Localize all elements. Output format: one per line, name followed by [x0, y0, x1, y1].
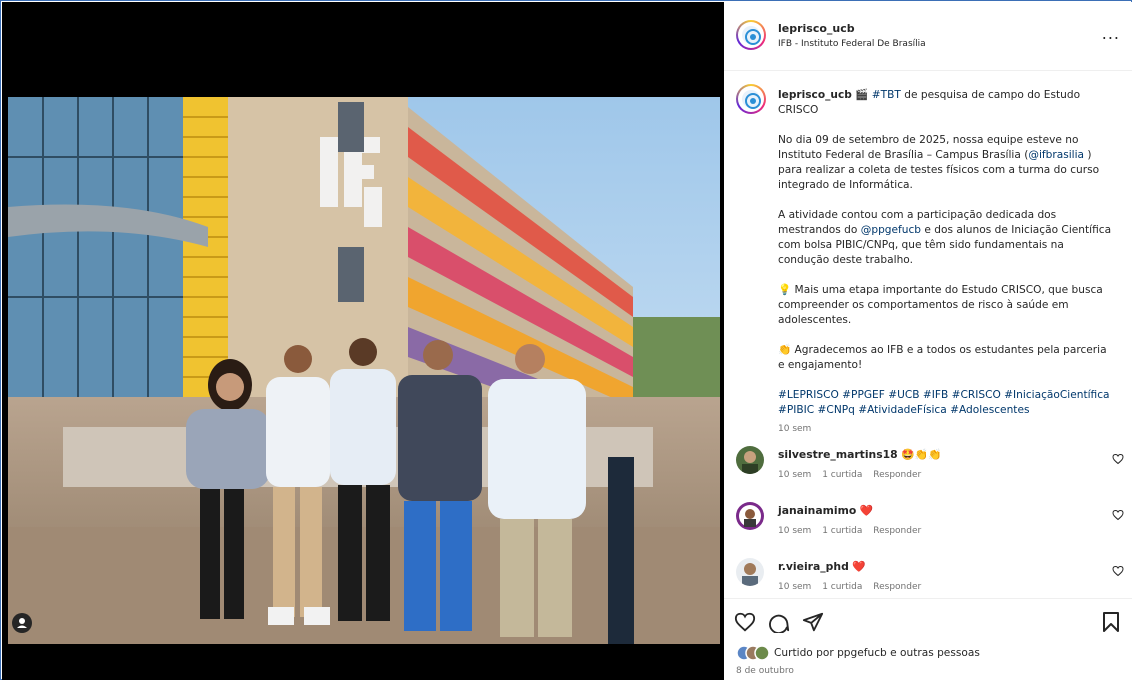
caption-username[interactable]: leprisco_ucb	[778, 89, 852, 101]
liked-by-text[interactable]: Curtido por ppgefucb e outras pessoas	[774, 647, 980, 659]
bookmark-icon[interactable]	[1102, 611, 1120, 637]
header-location[interactable]: IFB - Instituto Federal De Brasília	[778, 39, 926, 49]
comment-like-heart-icon[interactable]	[1112, 450, 1124, 469]
comment-text: ❤️	[852, 560, 866, 573]
comment-text: 🤩👏👏	[901, 448, 942, 461]
comment-likes[interactable]: 1 curtida	[822, 526, 862, 536]
comment-avatar[interactable]	[736, 558, 764, 586]
more-icon[interactable]: ...	[1102, 24, 1120, 43]
post-window: leprisco_ucb IFB - Instituto Federal De …	[0, 0, 1132, 680]
comment-icon[interactable]	[768, 611, 790, 637]
hashtag-tbt[interactable]: #TBT	[872, 89, 901, 101]
post-header: leprisco_ucb IFB - Instituto Federal De …	[724, 2, 1132, 71]
comment-item: janainamimo ❤️ 10 sem 1 curtida Responde…	[724, 498, 1132, 548]
comment-time[interactable]: 10 sem	[778, 470, 811, 480]
caption-p3: 💡 Mais uma etapa importante do Estudo CR…	[778, 284, 1103, 326]
comment-username[interactable]: silvestre_martins18	[778, 448, 898, 461]
comment-likes[interactable]: 1 curtida	[822, 470, 862, 480]
comment-avatar[interactable]	[736, 502, 764, 530]
mention-ifbrasilia[interactable]: @ifbrasilia	[1028, 149, 1084, 161]
comment-username[interactable]: r.vieira_phd	[778, 560, 849, 573]
post-side-panel: leprisco_ucb IFB - Instituto Federal De …	[724, 2, 1132, 680]
post-photo[interactable]	[8, 97, 720, 644]
comment-reply[interactable]: Responder	[873, 526, 921, 536]
comment-username[interactable]: janainamimo	[778, 504, 856, 517]
comment-text: ❤️	[859, 504, 874, 517]
post-media	[2, 2, 724, 680]
clapper-emoji: 🎬	[855, 89, 869, 101]
share-icon[interactable]	[802, 611, 824, 637]
comment-time[interactable]: 10 sem	[778, 526, 811, 536]
caption-hashtags[interactable]: #LEPRISCO #PPGEF #UCB #IFB #CRISCO #Inic…	[778, 388, 1116, 418]
comment-item: silvestre_martins18 🤩👏👏 10 sem 1 curtida…	[724, 442, 1132, 492]
caption-time[interactable]: 10 sem	[778, 422, 1116, 437]
heart-icon[interactable]	[734, 611, 756, 637]
caption-avatar[interactable]	[736, 84, 766, 114]
comment-time[interactable]: 10 sem	[778, 582, 811, 592]
liked-by-avatars[interactable]	[736, 645, 770, 661]
post-date[interactable]: 8 de outubro	[736, 666, 794, 676]
user-tag-icon[interactable]	[12, 613, 32, 633]
post-caption: leprisco_ucb 🎬 #TBT de pesquisa de campo…	[778, 88, 1116, 437]
mention-ppgefucb[interactable]: @ppgefucb	[861, 224, 921, 236]
avatar[interactable]	[736, 20, 766, 50]
comment-like-heart-icon[interactable]	[1112, 562, 1124, 581]
comment-avatar[interactable]	[736, 446, 764, 474]
comment-reply[interactable]: Responder	[873, 470, 921, 480]
comment-item: r.vieira_phd ❤️ 10 sem 1 curtida Respond…	[724, 554, 1132, 598]
comment-likes[interactable]: 1 curtida	[822, 582, 862, 592]
comment-like-heart-icon[interactable]	[1112, 506, 1124, 525]
caption-p4: 👏 Agradecemos ao IFB e a todos os estuda…	[778, 344, 1107, 371]
header-username[interactable]: leprisco_ucb	[778, 22, 855, 35]
comment-reply[interactable]: Responder	[873, 582, 921, 592]
